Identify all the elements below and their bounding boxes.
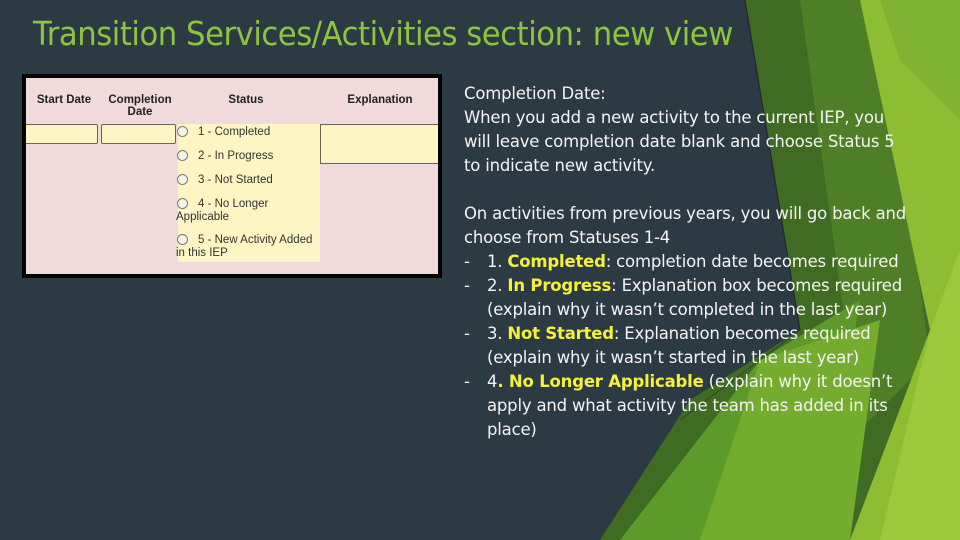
status-option-label: 1 - Completed — [198, 126, 270, 139]
status-radio-group: 1 - Completed 2 - In Progress 3 - Not St… — [176, 124, 320, 262]
explanation-input[interactable] — [320, 124, 438, 164]
status-note-completed: - 1. Completed: completion date becomes … — [464, 250, 914, 274]
status-option-1[interactable]: 1 - Completed — [177, 126, 270, 139]
radio-button[interactable] — [177, 126, 188, 137]
status-option-text: 4 - No Longer — [198, 198, 269, 210]
radio-button[interactable] — [177, 150, 188, 161]
status-option-text: 5 - New Activity Added — [198, 234, 313, 246]
previous-years-paragraph: On activities from previous years, you w… — [464, 204, 907, 247]
status-note-not-started: - 3. Not Started: Explanation becomes re… — [464, 322, 914, 370]
status-keyword: Completed — [507, 252, 606, 271]
status-option-text: 2 - In Progress — [198, 150, 274, 162]
bullet-dash: - — [464, 372, 470, 391]
header-completion-date-line1: Completion — [108, 94, 172, 106]
status-option-label: 5 - New Activity Added in this IEP — [176, 234, 312, 259]
bullet-dash: - — [464, 324, 470, 343]
item-number: 2. — [487, 276, 508, 295]
status-option-4[interactable]: 4 - No Longer Applicable — [176, 198, 268, 223]
status-option-text: 3 - Not Started — [198, 174, 273, 186]
item-number: 4 — [487, 372, 498, 391]
status-option-label: 4 - No Longer Applicable — [176, 198, 268, 223]
status-option-2[interactable]: 2 - In Progress — [177, 150, 273, 163]
header-completion-date-line2: Date — [127, 106, 153, 118]
completion-date-input[interactable] — [101, 124, 176, 144]
status-option-text: Applicable — [176, 210, 230, 223]
status-option-text: in this IEP — [176, 246, 228, 259]
start-date-input[interactable] — [26, 124, 98, 144]
item-description: completion date becomes required — [611, 252, 899, 271]
completion-date-heading: Completion Date: — [464, 84, 606, 103]
item-number: 3. — [487, 324, 508, 343]
header-status: Status — [228, 94, 264, 106]
status-note-no-longer-applicable: - 4. No Longer Applicable (explain why i… — [464, 370, 914, 442]
status-option-3[interactable]: 3 - Not Started — [177, 174, 273, 187]
header-completion-date: Completion Date — [104, 94, 176, 118]
item-number: 1. — [487, 252, 508, 271]
status-keyword: In Progress — [507, 276, 612, 295]
status-keyword: Not Started — [507, 324, 614, 343]
status-option-5[interactable]: 5 - New Activity Added in this IEP — [176, 234, 312, 259]
status-option-text: 1 - Completed — [198, 126, 271, 138]
bullet-dash: - — [464, 252, 470, 271]
status-keyword: . No Longer Applicable — [497, 372, 704, 391]
slide-title: Transition Services/Activities section: … — [33, 14, 733, 53]
form-screenshot: Start Date Completion Date Status Explan… — [22, 74, 442, 278]
status-option-label: 2 - In Progress — [198, 150, 273, 163]
header-start-date: Start Date — [36, 94, 92, 106]
radio-button[interactable] — [177, 174, 188, 185]
status-option-label: 3 - Not Started — [198, 174, 273, 187]
bullet-dash: - — [464, 276, 470, 295]
status-note-in-progress: - 2. In Progress: Explanation box become… — [464, 274, 914, 322]
header-explanation: Explanation — [347, 94, 413, 106]
new-activity-paragraph: When you add a new activity to the curre… — [464, 108, 895, 175]
instructions-text: Completion Date: When you add a new acti… — [464, 82, 914, 442]
transition-activities-form: Start Date Completion Date Status Explan… — [26, 78, 438, 274]
